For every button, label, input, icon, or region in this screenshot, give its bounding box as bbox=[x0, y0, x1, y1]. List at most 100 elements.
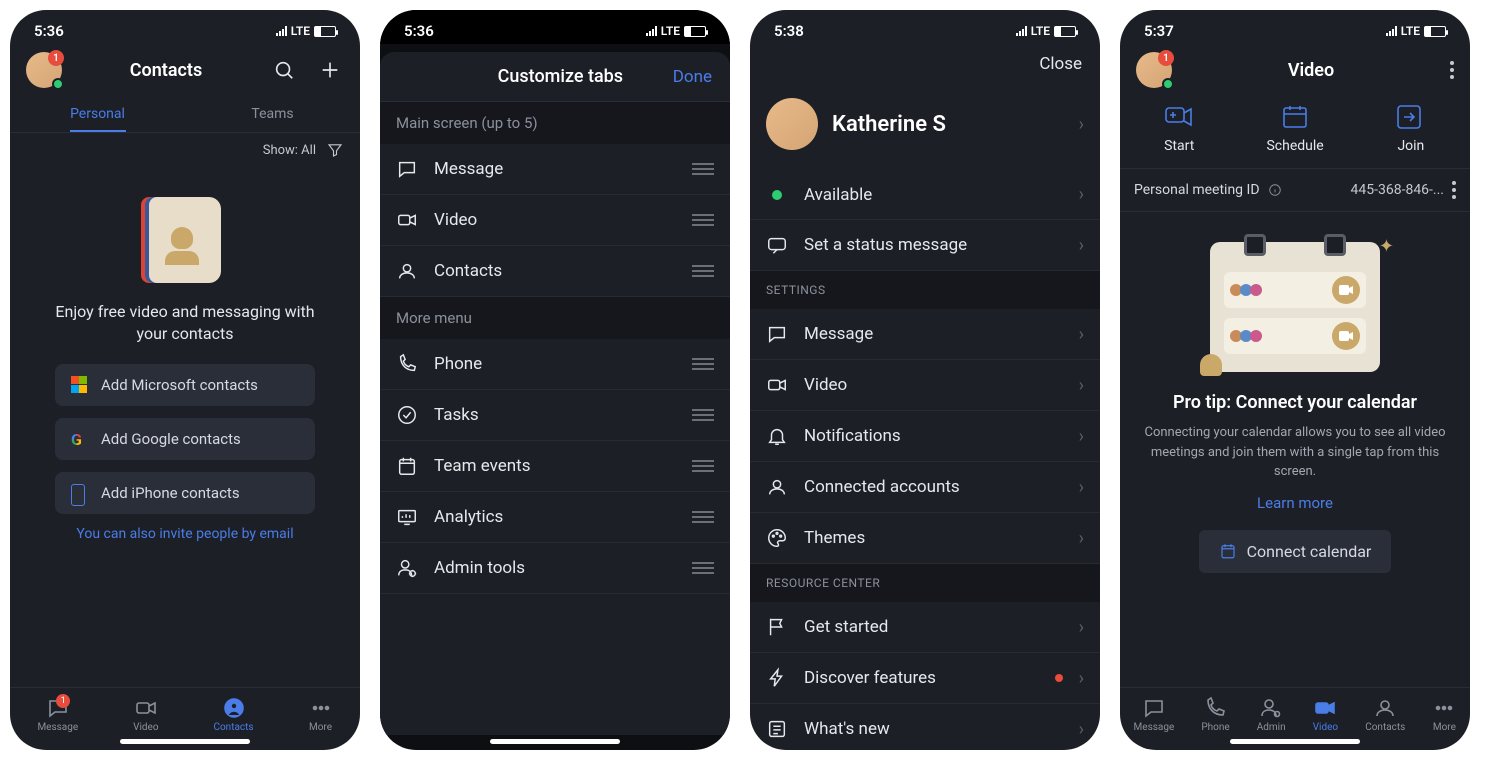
settings-notifications[interactable]: Notifications › bbox=[750, 411, 1100, 462]
avatar-badge: 1 bbox=[48, 50, 64, 66]
empty-state: Enjoy free video and messaging with your… bbox=[10, 167, 360, 687]
settings-connected-accounts[interactable]: Connected accounts › bbox=[750, 462, 1100, 513]
close-button[interactable]: Close bbox=[750, 44, 1100, 78]
nav-more[interactable]: More bbox=[309, 696, 333, 733]
resource-whats-new[interactable]: What's new › bbox=[750, 704, 1100, 750]
chevron-right-icon: › bbox=[1079, 375, 1084, 396]
drag-handle-icon[interactable] bbox=[692, 460, 714, 472]
join-button[interactable]: Join bbox=[1396, 104, 1426, 154]
home-indicator[interactable] bbox=[490, 739, 620, 744]
status-message-row[interactable]: Set a status message › bbox=[750, 220, 1100, 271]
info-icon[interactable] bbox=[1268, 183, 1282, 197]
page-title: Contacts bbox=[62, 60, 270, 81]
tab-item-message[interactable]: Message bbox=[380, 144, 730, 195]
nav-message[interactable]: 1 Message bbox=[37, 696, 78, 733]
drag-handle-icon[interactable] bbox=[692, 358, 714, 370]
tab-item-analytics[interactable]: Analytics bbox=[380, 492, 730, 543]
iphone-icon bbox=[71, 484, 89, 502]
screen-customize-tabs: 5:36 LTE Customize tabs Done Main screen… bbox=[380, 10, 730, 750]
meeting-id-value: 445-368-846-... bbox=[1290, 182, 1444, 198]
nav-phone[interactable]: Phone bbox=[1201, 696, 1229, 733]
tab-item-team-events[interactable]: Team events bbox=[380, 441, 730, 492]
home-indicator[interactable] bbox=[1230, 739, 1360, 744]
presence-dot-icon bbox=[772, 190, 782, 200]
drag-handle-icon[interactable] bbox=[692, 214, 714, 226]
resource-get-started[interactable]: Get started › bbox=[750, 602, 1100, 653]
nav-label: Contacts bbox=[1365, 722, 1405, 733]
nav-contacts[interactable]: Contacts bbox=[213, 696, 253, 733]
nav-video[interactable]: Video bbox=[1313, 696, 1338, 733]
more-icon[interactable] bbox=[1450, 61, 1454, 79]
avatar[interactable]: 1 bbox=[1136, 52, 1172, 88]
settings-label: Notifications bbox=[804, 426, 1063, 446]
tab-personal[interactable]: Personal bbox=[10, 96, 185, 132]
tab-item-label: Video bbox=[434, 210, 676, 230]
video-icon bbox=[766, 374, 788, 396]
google-icon: G bbox=[71, 430, 89, 448]
schedule-button[interactable]: Schedule bbox=[1266, 104, 1323, 154]
nav-more-label: More bbox=[309, 722, 332, 733]
add-microsoft-button[interactable]: Add Microsoft contacts bbox=[55, 364, 315, 406]
tab-item-contacts[interactable]: Contacts bbox=[380, 246, 730, 297]
tab-item-video[interactable]: Video bbox=[380, 195, 730, 246]
search-icon[interactable] bbox=[270, 56, 298, 84]
tab-item-admin-tools[interactable]: Admin tools bbox=[380, 543, 730, 594]
chevron-right-icon: › bbox=[1079, 324, 1084, 345]
add-icon[interactable] bbox=[316, 56, 344, 84]
start-button[interactable]: Start bbox=[1164, 104, 1194, 154]
nav-video[interactable]: Video bbox=[133, 696, 158, 733]
start-label: Start bbox=[1164, 138, 1194, 154]
status-time: 5:36 bbox=[404, 22, 434, 40]
status-bar: 5:36 LTE bbox=[380, 10, 730, 44]
add-google-button[interactable]: G Add Google contacts bbox=[55, 418, 315, 460]
status-time: 5:36 bbox=[34, 22, 64, 40]
home-indicator[interactable] bbox=[120, 739, 250, 744]
meeting-id-more-icon[interactable] bbox=[1452, 181, 1456, 199]
status-bar: 5:37 LTE bbox=[1120, 10, 1470, 44]
nav-message-label: Message bbox=[37, 722, 78, 733]
learn-more-link[interactable]: Learn more bbox=[1138, 494, 1452, 512]
screen-contacts: 5:36 LTE 1 Contacts Personal Teams Show:… bbox=[10, 10, 360, 750]
calendar-icon bbox=[1219, 542, 1237, 560]
screen-profile: 5:38 LTE Close Katherine S › Available ›… bbox=[750, 10, 1100, 750]
chevron-right-icon: › bbox=[1079, 477, 1084, 498]
bottom-nav: Message Phone Admin Video Contacts More bbox=[1120, 687, 1470, 735]
nav-contacts[interactable]: Contacts bbox=[1365, 696, 1405, 733]
nav-admin[interactable]: Admin bbox=[1257, 696, 1286, 733]
drag-handle-icon[interactable] bbox=[692, 163, 714, 175]
tab-item-label: Phone bbox=[434, 354, 676, 374]
tab-teams[interactable]: Teams bbox=[185, 96, 360, 132]
meeting-id-row[interactable]: Personal meeting ID 445-368-846-... bbox=[1120, 169, 1470, 212]
drag-handle-icon[interactable] bbox=[692, 409, 714, 421]
status-time: 5:38 bbox=[774, 22, 804, 40]
settings-themes[interactable]: Themes › bbox=[750, 513, 1100, 564]
avatar[interactable]: 1 bbox=[26, 52, 62, 88]
settings-message[interactable]: Message › bbox=[750, 309, 1100, 360]
drag-handle-icon[interactable] bbox=[692, 265, 714, 277]
drag-handle-icon[interactable] bbox=[692, 511, 714, 523]
status-time: 5:37 bbox=[1144, 22, 1174, 40]
settings-video[interactable]: Video › bbox=[750, 360, 1100, 411]
invite-by-email-link[interactable]: You can also invite people by email bbox=[38, 526, 332, 542]
filter-icon[interactable] bbox=[326, 141, 344, 159]
tab-item-tasks[interactable]: Tasks bbox=[380, 390, 730, 441]
modal-header: Customize tabs Done bbox=[380, 52, 730, 102]
presence-dot bbox=[52, 78, 64, 90]
resource-discover-features[interactable]: Discover features › bbox=[750, 653, 1100, 704]
done-button[interactable]: Done bbox=[673, 67, 712, 87]
protip-card: ✦ Pro tip: Connect your calendar Connect… bbox=[1120, 212, 1470, 687]
message-icon bbox=[396, 158, 418, 180]
nav-message[interactable]: Message bbox=[1134, 696, 1175, 733]
tab-item-phone[interactable]: Phone bbox=[380, 339, 730, 390]
new-indicator-dot bbox=[1055, 674, 1063, 682]
connect-calendar-button[interactable]: Connect calendar bbox=[1199, 530, 1392, 573]
drag-handle-icon[interactable] bbox=[692, 562, 714, 574]
profile-row[interactable]: Katherine S › bbox=[750, 78, 1100, 170]
nav-more[interactable]: More bbox=[1432, 696, 1456, 733]
presence-row[interactable]: Available › bbox=[750, 170, 1100, 220]
show-filter-label[interactable]: Show: All bbox=[263, 143, 316, 158]
schedule-label: Schedule bbox=[1266, 138, 1323, 154]
add-iphone-button[interactable]: Add iPhone contacts bbox=[55, 472, 315, 514]
section-main-label: Main screen (up to 5) bbox=[380, 102, 730, 144]
resource-label: Get started bbox=[804, 617, 1063, 637]
